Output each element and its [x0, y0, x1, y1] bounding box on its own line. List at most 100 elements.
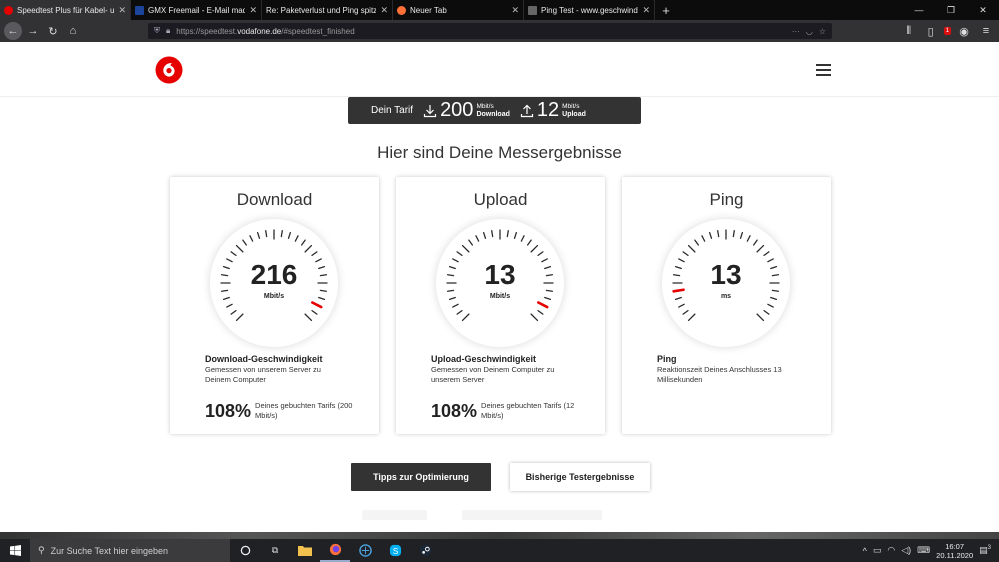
hamburger-menu-icon[interactable]	[816, 64, 831, 76]
percent-value: 108%	[205, 401, 252, 421]
detail-title: Ping	[657, 354, 677, 364]
skype-icon[interactable]: S	[380, 539, 410, 562]
new-tab-icon[interactable]: +	[655, 0, 677, 20]
toolbar-right: ⫴ ▯ 1 ◉ ≡	[900, 22, 995, 40]
gauge-tick	[537, 309, 544, 315]
gauge-tick	[304, 313, 313, 322]
gauge-tick	[678, 303, 685, 308]
window-controls: — ❐ ✕	[903, 0, 999, 20]
gauge-tick	[242, 239, 248, 246]
close-tab-icon[interactable]: ✕	[642, 5, 650, 16]
bookmark-star-icon[interactable]: ☆	[819, 27, 826, 36]
home-icon[interactable]: ⌂	[64, 22, 82, 40]
search-input[interactable]: Zur Suche Text hier eingeben	[51, 546, 168, 556]
firefox-icon[interactable]	[320, 539, 350, 562]
gauge-value: 13	[710, 259, 742, 290]
gauge-tick	[452, 303, 459, 308]
reload-icon[interactable]: ↻	[44, 22, 62, 40]
tips-button[interactable]: Tipps zur Optimierung	[351, 463, 491, 491]
tarif-upload-value: 12	[536, 99, 560, 121]
vodafone-favicon-icon	[4, 5, 13, 15]
browser-tab[interactable]: Re: Paketverlust und Ping spitzen - ✕	[262, 0, 393, 20]
percent-value: 108%	[431, 401, 478, 421]
site-header	[0, 42, 999, 97]
gauge-tick	[739, 231, 744, 239]
gauge-unit: ms	[720, 293, 732, 300]
battery-icon[interactable]: ▭	[873, 545, 882, 556]
minimize-icon[interactable]: —	[903, 0, 935, 20]
vodafone-logo-icon[interactable]	[155, 56, 183, 84]
gauge-value: 13	[484, 259, 516, 290]
gauge-level-tick	[537, 301, 549, 309]
ping-gauge: 13 ms	[662, 219, 790, 347]
windows-taskbar: ⚲ Zur Suche Text hier eingeben ⧉ S ^ ▭ ◠…	[0, 539, 999, 562]
address-bar[interactable]: ⛨ 🔒︎ https://speedtest.vodafone.de/#spee…	[148, 23, 832, 39]
gauge-tick	[482, 231, 487, 239]
pocket-icon[interactable]: ◡	[806, 27, 813, 36]
faded-content	[362, 510, 427, 520]
gauge-tick	[300, 239, 306, 246]
gauge-tick	[235, 313, 244, 322]
volume-icon[interactable]: ◁)	[901, 545, 911, 556]
browser-tab[interactable]: GMX Freemail - E-Mail made in ✕	[131, 0, 262, 20]
gauge-tick	[230, 309, 237, 315]
lock-icon[interactable]: 🔒︎	[166, 26, 170, 36]
shield-icon[interactable]: ⛨	[154, 26, 160, 36]
browser-tab[interactable]: Neuer Tab ✕	[393, 0, 524, 20]
close-tab-icon[interactable]: ✕	[249, 5, 257, 16]
windows-start-icon[interactable]	[0, 539, 30, 562]
gauge-tick	[506, 230, 509, 238]
close-tab-icon[interactable]: ✕	[380, 5, 388, 16]
detail-description: Gemessen von Deinem Computer zu unserem …	[431, 365, 555, 384]
clock-date: 20.11.2020	[936, 550, 974, 560]
gauge-tick	[687, 313, 696, 322]
chevron-up-icon[interactable]: ^	[863, 546, 867, 556]
maximize-icon[interactable]: ❐	[935, 0, 967, 20]
task-view-icon[interactable]: ⧉	[260, 539, 290, 562]
gauge-unit: Mbit/s	[489, 293, 511, 300]
upload-card: Upload 13 Mbit/s Upload-Geschwindigkeit …	[396, 177, 605, 434]
adblock-badge[interactable]: 1	[943, 27, 951, 35]
more-actions-icon[interactable]: ···	[792, 27, 800, 36]
tab-title: GMX Freemail - E-Mail made in	[148, 5, 245, 15]
gauge-tick	[265, 230, 268, 238]
close-tab-icon[interactable]: ✕	[118, 5, 126, 16]
wifi-icon[interactable]: ◠	[887, 545, 895, 556]
account-icon[interactable]: ◉	[955, 22, 973, 40]
menu-icon[interactable]: ≡	[977, 22, 995, 40]
browser-tab[interactable]: Ping Test - www.geschwindigkeit ✕	[524, 0, 655, 20]
detail-title: Upload-Geschwindigkeit	[431, 354, 537, 364]
steam-icon[interactable]	[410, 539, 440, 562]
card-title: Upload	[473, 190, 528, 209]
detail-title: Download-Geschwindigkeit	[205, 354, 323, 364]
gauge-tick	[294, 235, 299, 242]
detail-description: Gemessen von unserem Server zu Deinem Co…	[205, 365, 321, 384]
network-app-icon[interactable]	[350, 539, 380, 562]
page-bottom-strip	[0, 532, 999, 539]
clock-time: 16:07	[945, 541, 965, 551]
browser-tab[interactable]: Speedtest Plus für Kabel- und D ✕	[0, 0, 131, 20]
language-icon[interactable]: ⌨	[917, 545, 930, 556]
back-arrow-icon[interactable]: ←	[4, 22, 22, 40]
sidebar-icon[interactable]: ▯	[922, 22, 940, 40]
notification-icon[interactable]: ▤3	[979, 545, 991, 556]
close-tab-icon[interactable]: ✕	[511, 5, 519, 16]
cortana-icon[interactable]	[230, 539, 260, 562]
percent-description: Deines gebuchten Tarifs (12 Mbit/s)	[481, 401, 575, 420]
tarif-upload-label: Upload	[562, 110, 586, 118]
gauge-tick	[767, 303, 774, 308]
gauge-level-tick	[311, 301, 323, 309]
gauge-tick	[311, 251, 318, 257]
tab-title: Ping Test - www.geschwindigkeit	[541, 5, 639, 15]
forward-arrow-icon[interactable]: →	[24, 22, 42, 40]
library-icon[interactable]: ⫴	[900, 22, 918, 40]
tariff-percentage: 108% Deines gebuchten Tarifs (12 Mbit/s)	[431, 401, 581, 422]
file-explorer-icon[interactable]	[290, 539, 320, 562]
taskbar-search[interactable]: ⚲ Zur Suche Text hier eingeben	[30, 539, 230, 562]
close-window-icon[interactable]: ✕	[967, 0, 999, 20]
gauge-tick	[226, 303, 233, 308]
clock[interactable]: 16:07 20.11.2020	[936, 542, 973, 560]
tariff-percentage: 108% Deines gebuchten Tarifs (200 Mbit/s…	[205, 401, 355, 422]
history-button[interactable]: Bisherige Testergebnisse	[510, 463, 650, 491]
download-card: Download 216 Mbit/s Download-Geschwindig…	[170, 177, 379, 434]
